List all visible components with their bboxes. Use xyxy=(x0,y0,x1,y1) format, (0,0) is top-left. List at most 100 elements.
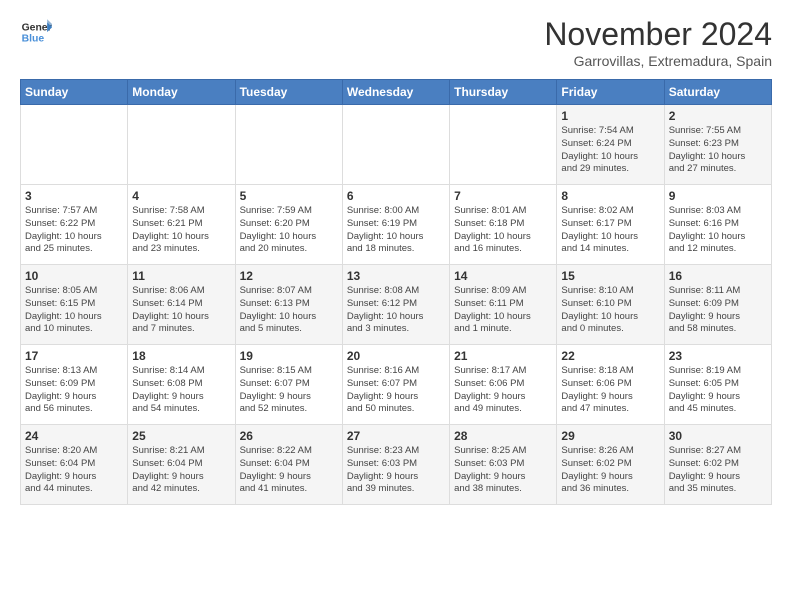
day-number: 9 xyxy=(669,189,767,203)
day-number: 30 xyxy=(669,429,767,443)
calendar-body: 1 Sunrise: 7:54 AMSunset: 6:24 PMDaylight… xyxy=(21,105,772,505)
calendar-cell: 4 Sunrise: 7:58 AMSunset: 6:21 PMDaylight… xyxy=(128,185,235,265)
day-info: Sunrise: 8:26 AMSunset: 6:02 PMDaylight:… xyxy=(561,445,659,496)
day-number: 2 xyxy=(669,109,767,123)
day-number: 8 xyxy=(561,189,659,203)
calendar-cell: 28 Sunrise: 8:25 AMSunset: 6:03 PMDayligh… xyxy=(450,425,557,505)
day-info: Sunrise: 8:08 AMSunset: 6:12 PMDaylight:… xyxy=(347,285,445,336)
day-info: Sunrise: 8:02 AMSunset: 6:17 PMDaylight:… xyxy=(561,205,659,256)
day-info: Sunrise: 8:19 AMSunset: 6:05 PMDaylight:… xyxy=(669,365,767,416)
day-number: 26 xyxy=(240,429,338,443)
day-info: Sunrise: 8:22 AMSunset: 6:04 PMDaylight:… xyxy=(240,445,338,496)
day-info: Sunrise: 8:07 AMSunset: 6:13 PMDaylight:… xyxy=(240,285,338,336)
day-info: Sunrise: 8:03 AMSunset: 6:16 PMDaylight:… xyxy=(669,205,767,256)
day-info: Sunrise: 8:13 AMSunset: 6:09 PMDaylight:… xyxy=(25,365,123,416)
day-info: Sunrise: 7:59 AMSunset: 6:20 PMDaylight:… xyxy=(240,205,338,256)
calendar-cell: 16Sunrise: 8:11 AMSunset: 6:09 PMDayligh… xyxy=(664,265,771,345)
calendar-cell xyxy=(128,105,235,185)
day-number: 21 xyxy=(454,349,552,363)
location-subtitle: Garrovillas, Extremadura, Spain xyxy=(544,53,772,69)
calendar-cell: 12 Sunrise: 8:07 AMSunset: 6:13 PMDayligh… xyxy=(235,265,342,345)
svg-text:Blue: Blue xyxy=(22,34,45,45)
calendar-cell: 19 Sunrise: 8:15 AMSunset: 6:07 PMDayligh… xyxy=(235,345,342,425)
day-info: Sunrise: 8:11 AMSunset: 6:09 PMDaylight:… xyxy=(669,285,767,336)
day-info: Sunrise: 8:16 AMSunset: 6:07 PMDaylight:… xyxy=(347,365,445,416)
day-number: 10 xyxy=(25,269,123,283)
day-number: 17 xyxy=(25,349,123,363)
calendar-cell: 9 Sunrise: 8:03 AMSunset: 6:16 PMDaylight… xyxy=(664,185,771,265)
calendar-cell: 6 Sunrise: 8:00 AMSunset: 6:19 PMDaylight… xyxy=(342,185,449,265)
calendar-cell: 3 Sunrise: 7:57 AMSunset: 6:22 PMDaylight… xyxy=(21,185,128,265)
calendar-cell: 7 Sunrise: 8:01 AMSunset: 6:18 PMDaylight… xyxy=(450,185,557,265)
day-header-friday: Friday xyxy=(557,80,664,105)
calendar-cell: 29 Sunrise: 8:26 AMSunset: 6:02 PMDayligh… xyxy=(557,425,664,505)
calendar-week-2: 3 Sunrise: 7:57 AMSunset: 6:22 PMDaylight… xyxy=(21,185,772,265)
calendar-cell: 2Sunrise: 7:55 AMSunset: 6:23 PMDaylight… xyxy=(664,105,771,185)
calendar-cell: 30 Sunrise: 8:27 AMSunset: 6:02 PMDayligh… xyxy=(664,425,771,505)
calendar-cell: 10 Sunrise: 8:05 AMSunset: 6:15 PMDayligh… xyxy=(21,265,128,345)
day-number: 15 xyxy=(561,269,659,283)
calendar-cell xyxy=(342,105,449,185)
day-info: Sunrise: 8:25 AMSunset: 6:03 PMDaylight:… xyxy=(454,445,552,496)
day-header-tuesday: Tuesday xyxy=(235,80,342,105)
day-header-sunday: Sunday xyxy=(21,80,128,105)
calendar-cell: 21 Sunrise: 8:17 AMSunset: 6:06 PMDayligh… xyxy=(450,345,557,425)
calendar-cell: 5 Sunrise: 7:59 AMSunset: 6:20 PMDaylight… xyxy=(235,185,342,265)
day-number: 1 xyxy=(561,109,659,123)
day-info: Sunrise: 8:01 AMSunset: 6:18 PMDaylight:… xyxy=(454,205,552,256)
day-info: Sunrise: 8:17 AMSunset: 6:06 PMDaylight:… xyxy=(454,365,552,416)
day-number: 23 xyxy=(669,349,767,363)
day-info: Sunrise: 8:18 AMSunset: 6:06 PMDaylight:… xyxy=(561,365,659,416)
page-header: General Blue November 2024 Garrovillas, … xyxy=(20,16,772,69)
day-info: Sunrise: 8:06 AMSunset: 6:14 PMDaylight:… xyxy=(132,285,230,336)
logo: General Blue xyxy=(20,16,52,48)
calendar-cell: 15 Sunrise: 8:10 AMSunset: 6:10 PMDayligh… xyxy=(557,265,664,345)
calendar-week-3: 10 Sunrise: 8:05 AMSunset: 6:15 PMDayligh… xyxy=(21,265,772,345)
day-number: 28 xyxy=(454,429,552,443)
calendar-cell: 8 Sunrise: 8:02 AMSunset: 6:17 PMDaylight… xyxy=(557,185,664,265)
day-number: 4 xyxy=(132,189,230,203)
day-number: 12 xyxy=(240,269,338,283)
day-info: Sunrise: 7:57 AMSunset: 6:22 PMDaylight:… xyxy=(25,205,123,256)
calendar-cell: 11Sunrise: 8:06 AMSunset: 6:14 PMDayligh… xyxy=(128,265,235,345)
day-number: 27 xyxy=(347,429,445,443)
calendar-cell: 17 Sunrise: 8:13 AMSunset: 6:09 PMDayligh… xyxy=(21,345,128,425)
calendar-week-5: 24Sunrise: 8:20 AMSunset: 6:04 PMDayligh… xyxy=(21,425,772,505)
calendar-cell: 1 Sunrise: 7:54 AMSunset: 6:24 PMDaylight… xyxy=(557,105,664,185)
calendar-cell: 25Sunrise: 8:21 AMSunset: 6:04 PMDayligh… xyxy=(128,425,235,505)
calendar-cell: 13 Sunrise: 8:08 AMSunset: 6:12 PMDayligh… xyxy=(342,265,449,345)
day-number: 19 xyxy=(240,349,338,363)
day-info: Sunrise: 8:05 AMSunset: 6:15 PMDaylight:… xyxy=(25,285,123,336)
day-info: Sunrise: 8:27 AMSunset: 6:02 PMDaylight:… xyxy=(669,445,767,496)
day-info: Sunrise: 7:58 AMSunset: 6:21 PMDaylight:… xyxy=(132,205,230,256)
day-number: 25 xyxy=(132,429,230,443)
day-info: Sunrise: 8:15 AMSunset: 6:07 PMDaylight:… xyxy=(240,365,338,416)
day-number: 22 xyxy=(561,349,659,363)
day-info: Sunrise: 7:54 AMSunset: 6:24 PMDaylight:… xyxy=(561,125,659,176)
calendar-cell xyxy=(235,105,342,185)
day-header-monday: Monday xyxy=(128,80,235,105)
day-number: 7 xyxy=(454,189,552,203)
calendar-header-row: SundayMondayTuesdayWednesdayThursdayFrid… xyxy=(21,80,772,105)
calendar-cell: 26 Sunrise: 8:22 AMSunset: 6:04 PMDayligh… xyxy=(235,425,342,505)
day-info: Sunrise: 8:10 AMSunset: 6:10 PMDaylight:… xyxy=(561,285,659,336)
calendar-cell: 22 Sunrise: 8:18 AMSunset: 6:06 PMDayligh… xyxy=(557,345,664,425)
logo-icon: General Blue xyxy=(20,16,52,48)
day-info: Sunrise: 8:23 AMSunset: 6:03 PMDaylight:… xyxy=(347,445,445,496)
calendar-cell: 14Sunrise: 8:09 AMSunset: 6:11 PMDayligh… xyxy=(450,265,557,345)
calendar-week-1: 1 Sunrise: 7:54 AMSunset: 6:24 PMDaylight… xyxy=(21,105,772,185)
day-number: 3 xyxy=(25,189,123,203)
day-info: Sunrise: 8:14 AMSunset: 6:08 PMDaylight:… xyxy=(132,365,230,416)
day-info: Sunrise: 8:09 AMSunset: 6:11 PMDaylight:… xyxy=(454,285,552,336)
day-info: Sunrise: 8:20 AMSunset: 6:04 PMDaylight:… xyxy=(25,445,123,496)
day-number: 6 xyxy=(347,189,445,203)
calendar-cell: 24Sunrise: 8:20 AMSunset: 6:04 PMDayligh… xyxy=(21,425,128,505)
calendar-cell xyxy=(450,105,557,185)
calendar-cell: 27 Sunrise: 8:23 AMSunset: 6:03 PMDayligh… xyxy=(342,425,449,505)
day-number: 5 xyxy=(240,189,338,203)
day-number: 13 xyxy=(347,269,445,283)
calendar-cell: 18Sunrise: 8:14 AMSunset: 6:08 PMDayligh… xyxy=(128,345,235,425)
day-number: 29 xyxy=(561,429,659,443)
day-info: Sunrise: 8:00 AMSunset: 6:19 PMDaylight:… xyxy=(347,205,445,256)
day-header-saturday: Saturday xyxy=(664,80,771,105)
